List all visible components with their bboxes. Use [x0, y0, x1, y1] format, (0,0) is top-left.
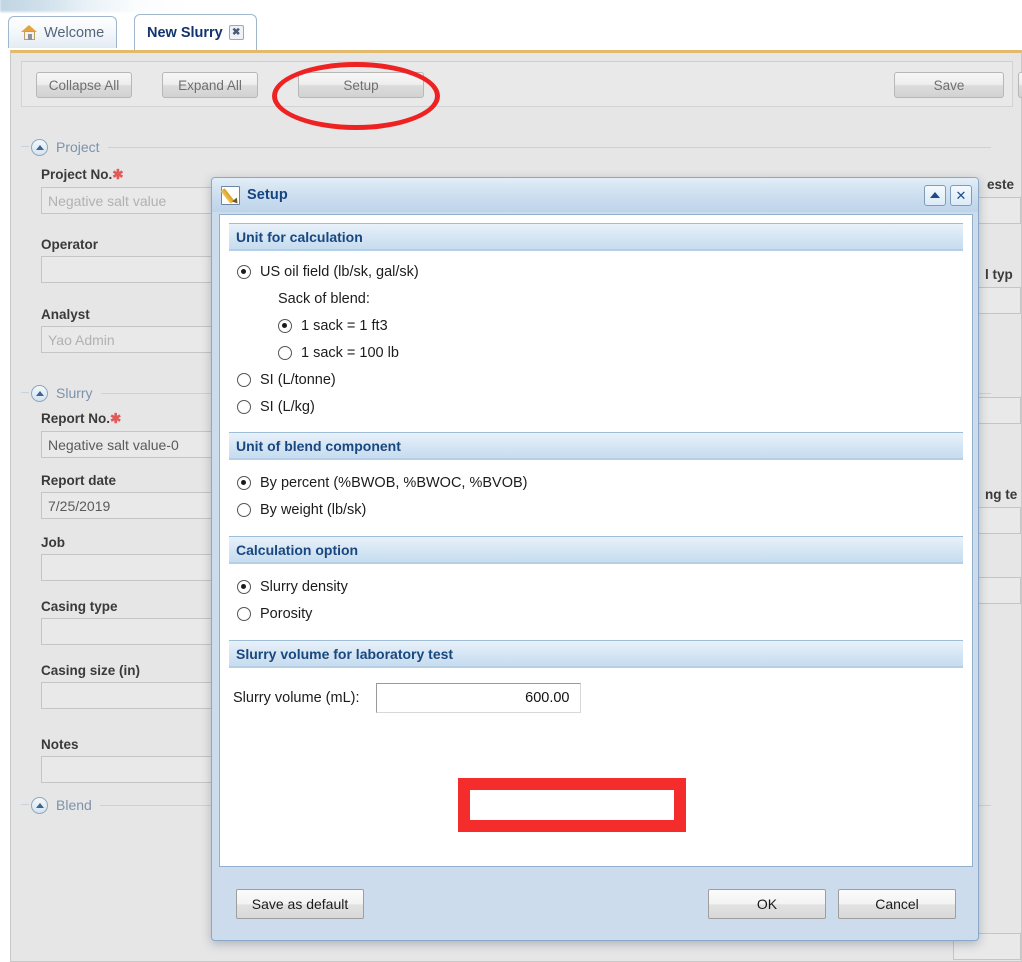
group-header-project-label: Project — [56, 139, 100, 155]
toolbar: Collapse All Expand All Setup Save — [21, 61, 1022, 107]
expand-all-button[interactable]: Expand All — [162, 72, 258, 98]
field-job: Job — [41, 535, 237, 581]
report-date-input[interactable]: 7/25/2019 — [41, 492, 237, 519]
project-no-input[interactable]: Negative salt value — [41, 187, 237, 214]
radio-by-weight[interactable]: By weight (lb/sk) — [220, 502, 972, 518]
setup-dialog-titlebar[interactable]: Setup ✕ — [212, 178, 978, 212]
collapse-all-button[interactable]: Collapse All — [36, 72, 132, 98]
radio-sack-1-ft3-label: 1 sack = 1 ft3 — [301, 318, 388, 334]
ok-button[interactable]: OK — [708, 889, 826, 919]
group-header-blend-label: Blend — [56, 797, 92, 813]
radio-icon — [237, 476, 251, 490]
radio-sack-100-lb[interactable]: 1 sack = 100 lb — [220, 345, 972, 361]
setup-dialog-title: Setup — [247, 187, 288, 203]
tab-strip: Welcome New Slurry ✖ — [0, 14, 1022, 50]
section-header-unit-of-blend-component: Unit of blend component — [229, 432, 963, 460]
job-input[interactable] — [41, 554, 237, 581]
toolbar-extra-button[interactable] — [1018, 72, 1022, 98]
radio-si-l-kg[interactable]: SI (L/kg) — [220, 399, 972, 415]
radio-porosity-label: Porosity — [260, 606, 313, 622]
setup-dialog: Setup ✕ Unit for calculation US oil fiel… — [211, 177, 979, 941]
radio-by-percent-label: By percent (%BWOB, %BWOC, %BVOB) — [260, 475, 528, 491]
radio-icon — [237, 580, 251, 594]
save-as-default-button[interactable]: Save as default — [236, 889, 364, 919]
close-icon[interactable]: ✕ — [950, 184, 972, 206]
field-casing-size-label: Casing size (in) — [41, 663, 141, 678]
field-report-no: Report No.✱ Negative salt value-0 — [41, 411, 237, 458]
section-header-calculation-option: Calculation option — [229, 536, 963, 564]
radio-us-oil-field[interactable]: US oil field (lb/sk, gal/sk) — [220, 264, 972, 280]
casing-type-input[interactable] — [41, 618, 237, 645]
tab-welcome-label: Welcome — [44, 24, 105, 41]
section-header-unit-for-calculation: Unit for calculation — [229, 223, 963, 251]
radio-slurry-density-label: Slurry density — [260, 579, 348, 595]
notes-input[interactable] — [41, 756, 237, 783]
home-icon — [21, 25, 38, 40]
close-icon[interactable]: ✖ — [228, 25, 244, 40]
field-job-label: Job — [41, 535, 66, 550]
field-report-date-label: Report date — [41, 473, 117, 488]
chevron-up-icon[interactable] — [31, 796, 48, 814]
report-no-input[interactable]: Negative salt value-0 — [41, 431, 237, 458]
radio-icon — [237, 400, 251, 414]
chevron-up-icon[interactable] — [31, 384, 48, 402]
radio-icon — [278, 346, 292, 360]
chevron-up-icon[interactable] — [31, 138, 48, 156]
setup-button[interactable]: Setup — [298, 72, 424, 98]
radio-icon — [237, 373, 251, 387]
radio-sack-100-lb-label: 1 sack = 100 lb — [301, 345, 399, 361]
group-header-slurry-label: Slurry — [56, 385, 93, 401]
field-operator: Operator — [41, 237, 237, 283]
field-casing-type-label: Casing type — [41, 599, 118, 614]
field-operator-label: Operator — [41, 237, 99, 252]
setup-dialog-footer: Save as default OK Cancel — [212, 868, 978, 940]
slurry-volume-label: Slurry volume (mL): — [233, 690, 360, 706]
radio-icon — [237, 265, 251, 279]
radio-icon — [237, 607, 251, 621]
casing-size-input[interactable] — [41, 682, 237, 709]
field-casing-size: Casing size (in) — [41, 663, 237, 709]
radio-by-percent[interactable]: By percent (%BWOB, %BWOC, %BVOB) — [220, 475, 972, 491]
radio-icon — [278, 319, 292, 333]
radio-us-oil-field-label: US oil field (lb/sk, gal/sk) — [260, 264, 419, 280]
field-notes-label: Notes — [41, 737, 79, 752]
radio-slurry-density[interactable]: Slurry density — [220, 579, 972, 595]
radio-porosity[interactable]: Porosity — [220, 606, 972, 622]
cancel-button[interactable]: Cancel — [838, 889, 956, 919]
field-casing-type: Casing type — [41, 599, 237, 645]
main-content-panel: Collapse All Expand All Setup Save Proje… — [10, 50, 1022, 962]
radio-si-l-tonne-label: SI (L/tonne) — [260, 372, 336, 388]
tab-new-slurry-label: New Slurry — [147, 24, 223, 41]
radio-si-l-kg-label: SI (L/kg) — [260, 399, 315, 415]
requested-by-label: este — [987, 177, 1015, 192]
testing-temp-label: ng te — [985, 487, 1017, 502]
radio-icon — [237, 503, 251, 517]
radio-sack-1-ft3[interactable]: 1 sack = 1 ft3 — [220, 318, 972, 334]
field-analyst-label: Analyst — [41, 307, 90, 322]
group-header-project[interactable]: Project — [21, 137, 991, 157]
field-notes: Notes — [41, 737, 237, 783]
section-header-slurry-volume: Slurry volume for laboratory test — [229, 640, 963, 668]
operator-input[interactable] — [41, 256, 237, 283]
field-report-date: Report date 7/25/2019 — [41, 473, 237, 519]
well-type-label: l typ — [985, 267, 1013, 282]
save-button[interactable]: Save — [894, 72, 1004, 98]
analyst-input[interactable]: Yao Admin — [41, 326, 237, 353]
sack-of-blend-label: Sack of blend: — [278, 291, 370, 307]
field-project-no: Project No.✱ Negative salt value — [41, 167, 237, 214]
field-project-no-label: Project No.✱ — [41, 167, 124, 182]
radio-by-weight-label: By weight (lb/sk) — [260, 502, 367, 518]
setup-dialog-body: Unit for calculation US oil field (lb/sk… — [219, 214, 973, 867]
tab-welcome[interactable]: Welcome — [8, 16, 118, 48]
application-window: Welcome New Slurry ✖ Collapse All Expand… — [0, 0, 1022, 962]
collapse-icon[interactable] — [924, 184, 946, 206]
app-logo-watermark — [0, 0, 185, 12]
field-report-no-label: Report No.✱ — [41, 411, 122, 426]
tab-new-slurry[interactable]: New Slurry ✖ — [134, 14, 257, 50]
field-analyst: Analyst Yao Admin — [41, 307, 237, 353]
radio-si-l-tonne[interactable]: SI (L/tonne) — [220, 372, 972, 388]
slurry-volume-field: Slurry volume (mL): 600.00 — [220, 683, 972, 713]
pencil-edit-icon — [220, 185, 240, 206]
slurry-volume-input[interactable]: 600.00 — [375, 683, 581, 713]
